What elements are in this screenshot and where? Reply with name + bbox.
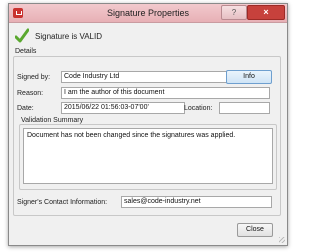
location-label: Location: [184,105,213,112]
details-group-label: Details [15,48,37,55]
close-window-button[interactable]: × [247,5,285,20]
reason-label: Reason: [17,90,44,97]
signature-properties-dialog: Signature Properties ? × Signature is VA… [8,3,288,246]
contact-field[interactable]: sales@code-industry.net [121,196,272,208]
signature-status: Signature is VALID [35,32,102,41]
date-field[interactable]: 2015/06/22 01:56:03-07'00' [61,102,185,114]
close-button[interactable]: Close [237,223,273,237]
contact-label: Signer's Contact Information: [17,199,108,206]
reason-field[interactable]: I am the author of this document [61,87,270,99]
title-bar[interactable]: Signature Properties ? × [9,4,287,23]
location-field[interactable] [219,102,270,114]
validation-summary-text: Document has not been changed since the … [23,128,273,184]
checkmark-icon [15,28,29,43]
date-label: Date: [17,105,34,112]
signed-by-field[interactable]: Code Industry Ltd [61,71,227,83]
signed-by-label: Signed by: [17,74,51,81]
info-button[interactable]: Info [226,70,272,84]
resize-grip[interactable] [279,237,285,243]
help-button[interactable]: ? [221,5,247,20]
validation-summary-label: Validation Summary [21,117,84,124]
